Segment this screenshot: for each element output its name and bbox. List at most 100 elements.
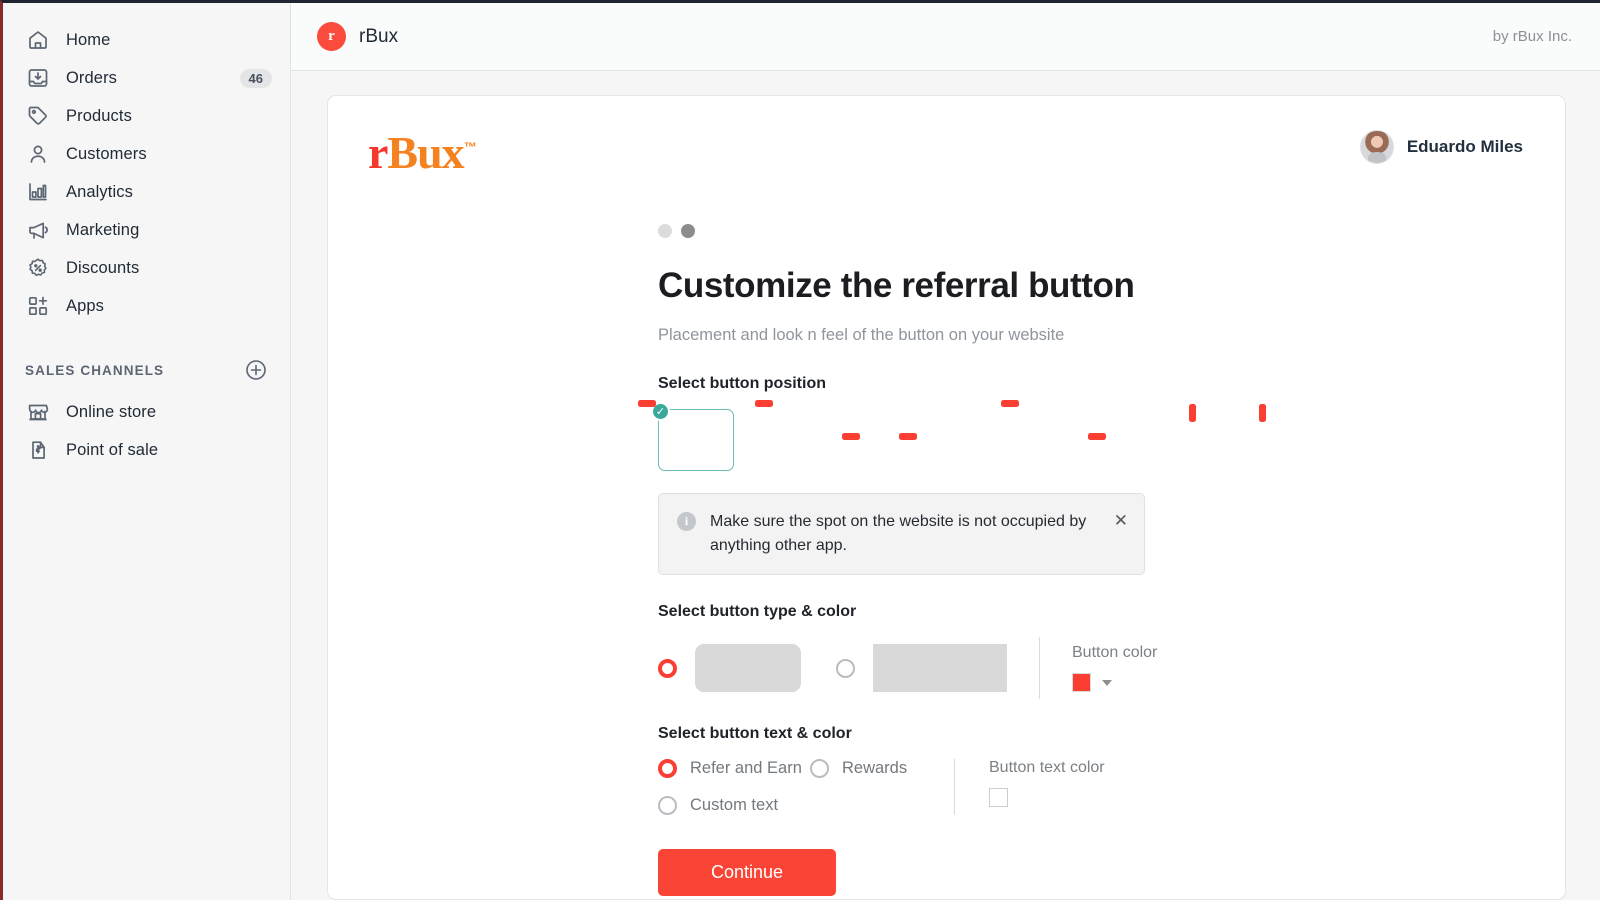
button-text-option-custom-text[interactable]: Custom text xyxy=(658,796,810,815)
discounts-icon xyxy=(25,255,51,281)
button-text-color-swatch-row xyxy=(989,788,1105,807)
close-icon[interactable]: ✕ xyxy=(1114,512,1128,529)
customers-icon xyxy=(25,141,51,167)
sidebar-item-label: Marketing xyxy=(66,220,140,239)
button-text-color-picker: Button text color xyxy=(989,759,1105,807)
button-type-option-square[interactable] xyxy=(836,644,1007,692)
plus-circle-icon[interactable] xyxy=(244,358,268,382)
position-option-top-left[interactable] xyxy=(832,409,908,471)
sidebar-item-label: Analytics xyxy=(66,182,133,201)
button-text-options: Refer and Earn Rewards Custom text xyxy=(658,759,936,815)
continue-button[interactable]: Continue xyxy=(658,849,836,896)
step-indicator xyxy=(658,224,1418,238)
radio-button-type-square[interactable] xyxy=(836,658,855,678)
info-banner: i Make sure the spot on the website is n… xyxy=(658,493,1145,575)
info-banner-text: Make sure the spot on the website is not… xyxy=(710,513,1087,554)
position-option-bottom-right[interactable]: ✓ xyxy=(638,400,734,471)
button-text-label-0: Refer and Earn xyxy=(690,759,802,777)
button-text-option-refer-and-earn[interactable]: Refer and Earn xyxy=(658,759,810,778)
radio-custom-text[interactable] xyxy=(658,796,677,815)
sidebar-item-label: Discounts xyxy=(66,258,140,277)
sidebar-item-marketing[interactable]: Marketing xyxy=(3,211,290,249)
radio-rewards[interactable] xyxy=(810,759,829,778)
sidebar-nav-list: Home Orders 46 Products Customers Analytics Ma… xyxy=(3,21,290,325)
sidebar-item-analytics[interactable]: Analytics xyxy=(3,173,290,211)
divider xyxy=(954,759,955,815)
page-title: Customize the referral button xyxy=(658,266,1135,305)
button-text-color-swatch[interactable] xyxy=(989,788,1008,807)
card-header: rBux™ Eduardo Miles xyxy=(368,130,1523,176)
logo-tm: ™ xyxy=(463,139,477,155)
rbux-logo: rBux™ xyxy=(368,127,477,178)
page-subtitle: Placement and look n feel of the button … xyxy=(658,326,1065,344)
position-option-top-right[interactable] xyxy=(899,409,995,471)
button-type-row: Button color xyxy=(658,637,1418,699)
radio-button-type-rounded[interactable] xyxy=(658,658,677,678)
analytics-icon xyxy=(25,179,51,205)
button-color-label: Button color xyxy=(1072,644,1158,661)
position-option-top-center[interactable] xyxy=(1088,409,1169,471)
home-icon xyxy=(25,27,51,53)
button-text-color-label: Button text color xyxy=(989,759,1105,776)
rounded-button-preview xyxy=(695,644,801,692)
sidebar-section-title: SALES CHANNELS xyxy=(25,362,165,378)
point-of-sale-icon xyxy=(25,437,51,463)
sidebar-item-home[interactable]: Home xyxy=(3,21,290,59)
button-text-option-rewards[interactable]: Rewards xyxy=(810,759,907,778)
wizard-body: Customize the referral button Placement … xyxy=(638,176,1418,896)
sidebar-item-label: Home xyxy=(66,30,111,49)
app-byline: by rBux Inc. xyxy=(1492,28,1572,45)
step-dot-1[interactable] xyxy=(658,224,672,238)
button-text-label-1: Rewards xyxy=(842,759,908,777)
info-icon: i xyxy=(677,512,696,531)
divider xyxy=(1039,637,1040,699)
sidebar-channel-point-of-sale[interactable]: Point of sale xyxy=(3,431,290,469)
sidebar-channel-online-store[interactable]: Online store xyxy=(3,393,290,431)
sidebar-item-customers[interactable]: Customers xyxy=(3,135,290,173)
position-option-left-middle[interactable] xyxy=(1180,404,1256,471)
sidebar-item-label: Customers xyxy=(66,144,147,163)
sidebar-item-discounts[interactable]: Discounts xyxy=(3,249,290,287)
button-text-label-2: Custom text xyxy=(690,796,779,814)
position-section-label: Select button position xyxy=(658,375,826,392)
apps-icon xyxy=(25,293,51,319)
sidebar-item-label: Orders xyxy=(66,68,118,87)
button-type-option-rounded[interactable] xyxy=(658,644,801,692)
sidebar-item-badge: 46 xyxy=(239,68,272,88)
step-dot-2[interactable] xyxy=(681,224,695,238)
store-icon xyxy=(25,399,51,425)
button-text-row: Refer and Earn Rewards Custom text Butto… xyxy=(658,759,1418,815)
orders-icon xyxy=(25,65,51,91)
app-chip[interactable]: r rBux xyxy=(317,22,398,51)
button-color-picker: Button color xyxy=(1072,644,1157,692)
avatar xyxy=(1359,130,1394,164)
app-title: rBux xyxy=(359,25,399,47)
radio-refer-and-earn[interactable] xyxy=(658,759,677,778)
user-menu[interactable]: Eduardo Miles xyxy=(1359,130,1523,164)
chevron-down-icon[interactable] xyxy=(1102,679,1112,686)
button-color-swatch-row xyxy=(1072,673,1157,692)
wizard-card: rBux™ Eduardo Miles Customize the referr… xyxy=(327,95,1566,900)
square-button-preview xyxy=(873,644,1007,692)
position-options: ✓ xyxy=(638,400,1418,471)
sidebar-section-sales-channels: SALES CHANNELS xyxy=(3,353,290,387)
button-type-section-label: Select button type & color xyxy=(658,603,857,620)
sidebar-item-products[interactable]: Products xyxy=(3,97,290,135)
user-name: Eduardo Miles xyxy=(1406,137,1523,156)
position-option-right-middle[interactable] xyxy=(1259,404,1343,471)
marketing-icon xyxy=(25,217,51,243)
logo-bux: Bux xyxy=(387,127,464,178)
position-option-bottom-left[interactable] xyxy=(745,400,821,471)
sidebar-item-label: Apps xyxy=(66,296,105,315)
products-icon xyxy=(25,103,51,129)
app-window: Home Orders 46 Products Customers Analytics Ma… xyxy=(0,0,1600,900)
sidebar-item-apps[interactable]: Apps xyxy=(3,287,290,325)
sidebar-item-orders[interactable]: Orders 46 xyxy=(3,59,290,97)
sidebar-channel-list: Online store Point of sale xyxy=(3,393,290,469)
logo-r: r xyxy=(368,127,388,178)
sidebar-channel-label: Point of sale xyxy=(66,440,159,459)
button-color-swatch[interactable] xyxy=(1072,673,1091,692)
rbux-app-icon: r xyxy=(317,22,346,51)
position-option-bottom-center[interactable] xyxy=(1001,400,1082,471)
sidebar: Home Orders 46 Products Customers Analytics Ma… xyxy=(3,3,291,900)
